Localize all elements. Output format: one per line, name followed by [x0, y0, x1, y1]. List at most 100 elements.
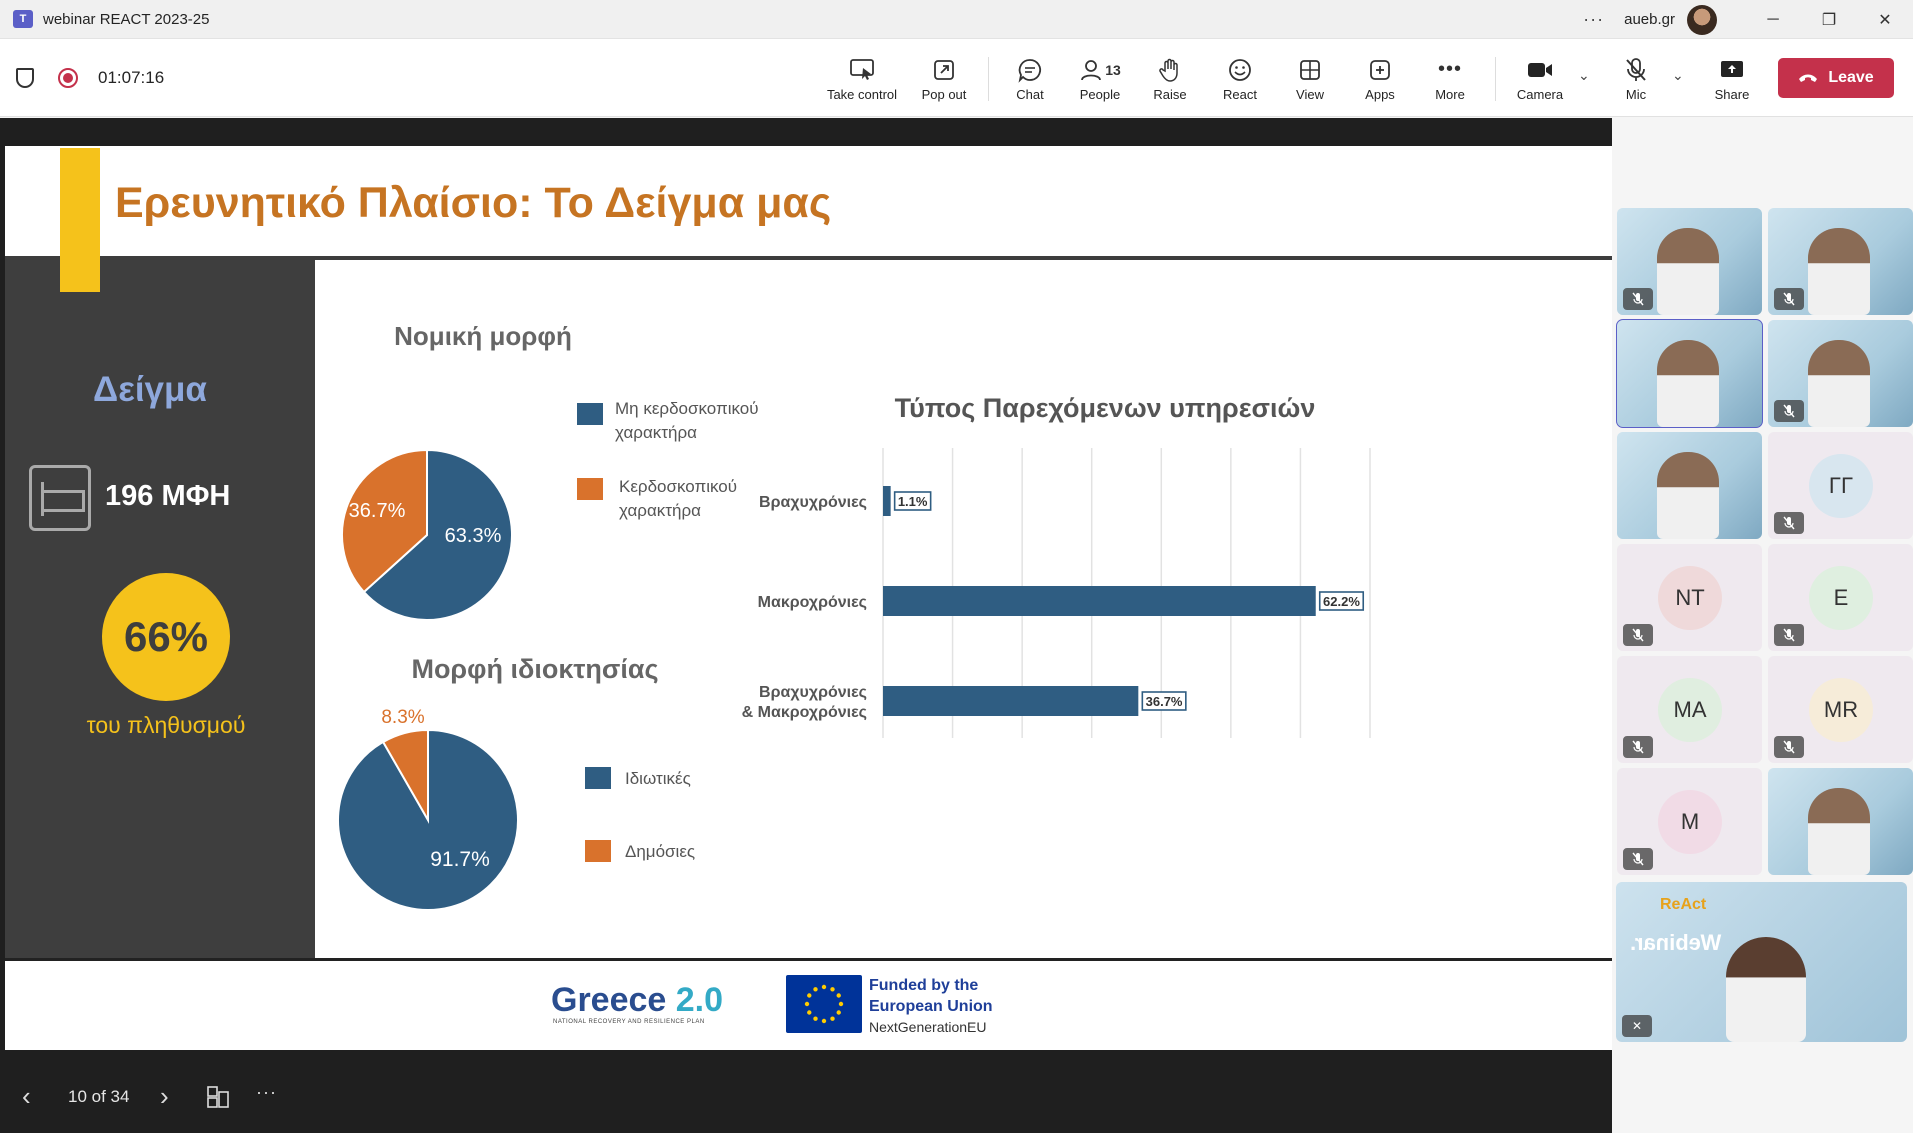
pie1-legend-label-0a: Μη κερδοσκοπικού: [615, 399, 759, 418]
mic-off-icon: [1624, 55, 1648, 85]
share-button[interactable]: Share: [1708, 39, 1756, 117]
pie1-legend-label-1b: χαρακτήρα: [619, 501, 701, 520]
pie1-title: Νομική μορφή: [394, 321, 572, 351]
people-icon: 13: [1079, 55, 1121, 85]
mic-options-chevron-icon[interactable]: ⌄: [1672, 67, 1684, 84]
bar-chart-title: Τύπος Παρεχόμενων υπηρεσιών: [895, 393, 1316, 423]
participant-initials: MR: [1809, 678, 1873, 742]
teams-logo-icon: T: [13, 10, 33, 28]
apps-button[interactable]: Apps: [1358, 39, 1402, 117]
mic-off-icon: [1774, 400, 1804, 422]
slide-footer: Greece 2.0 NATIONAL RECOVERY AND RESILIE…: [5, 958, 1612, 1050]
mic-off-icon: [1623, 624, 1653, 646]
greece-logo-subtitle: NATIONAL RECOVERY AND RESILIENCE PLAN: [553, 1019, 705, 1025]
greece-logo-text: Greece: [551, 981, 676, 1019]
bar-category-label-1: Μακροχρόνιες: [758, 594, 867, 611]
participant-tile[interactable]: [1768, 320, 1913, 427]
bar-value-label-1: 62.2%: [1323, 594, 1360, 609]
greece-2-0-logo: Greece 2.0: [551, 981, 723, 1020]
funded-text: Funded by the European Union: [869, 975, 993, 1017]
user-avatar[interactable]: [1687, 4, 1717, 35]
slide-more-icon[interactable]: ···: [256, 1082, 277, 1103]
eu-star: [836, 1010, 841, 1015]
sample-heading: Δείγμα: [93, 370, 207, 409]
add-app-icon: [1368, 55, 1392, 85]
mic-off-icon: [1774, 736, 1804, 758]
shared-screen-stage: Ερευνητικό Πλαίσιο: Το Δείγμα μας Δείγμα…: [0, 118, 1612, 1133]
bar-chart: 1.1% Βραχυχρόνιες 62.2% Μακροχρόνιες 36.7% Βρ…: [742, 448, 1371, 738]
eu-star: [830, 1016, 835, 1021]
raise-hand-button[interactable]: Raise: [1148, 39, 1192, 117]
participant-tile[interactable]: NT: [1617, 544, 1762, 651]
pie1-legend-label-0b: χαρακτήρα: [615, 423, 697, 442]
pie1-legend-swatch-0: [577, 403, 603, 425]
eu-star: [807, 993, 812, 998]
pie1-slice-label-1: 36.7%: [349, 500, 406, 522]
take-control-button[interactable]: Take control: [822, 39, 902, 117]
participant-initials: M: [1658, 790, 1722, 854]
pie1: 63.3% 36.7%: [341, 448, 513, 621]
bar-category-label-0: Βραχυχρόνιες: [759, 494, 867, 511]
bed-icon: [29, 465, 91, 531]
title-bar: T webinar REACT 2023-25 ··· aueb.gr ─ ❐ …: [0, 0, 1913, 39]
react-button[interactable]: React: [1218, 39, 1262, 117]
minimize-button[interactable]: ─: [1745, 0, 1801, 39]
mic-off-icon: [1623, 288, 1653, 310]
participant-tile[interactable]: [1617, 208, 1762, 315]
meeting-toolbar: 01:07:16 Take control Pop out Chat 13 Pe…: [0, 39, 1913, 117]
eu-star: [807, 1010, 812, 1015]
chat-icon: [1017, 55, 1043, 85]
more-options-icon[interactable]: ···: [1583, 9, 1604, 30]
pop-out-button[interactable]: Pop out: [912, 39, 976, 117]
view-button[interactable]: View: [1288, 39, 1332, 117]
participant-tile[interactable]: ΓΓ: [1768, 432, 1913, 539]
toolbar-separator: [988, 57, 989, 101]
pie2-legend-label-0: Ιδιωτικές: [625, 769, 691, 788]
eu-star: [813, 1016, 818, 1021]
eu-star: [813, 987, 818, 992]
mic-off-icon: [1774, 624, 1804, 646]
participant-tile[interactable]: M: [1617, 768, 1762, 875]
participant-tile[interactable]: E: [1768, 544, 1913, 651]
presenter-video-tile[interactable]: ReAct Webinar. ✕: [1616, 882, 1907, 1042]
eu-star: [804, 1001, 810, 1007]
participant-tile[interactable]: [1768, 768, 1913, 875]
chat-button[interactable]: Chat: [1008, 39, 1052, 117]
participant-figure: [1808, 340, 1870, 427]
mic-off-icon: [1774, 512, 1804, 534]
mic-button[interactable]: Mic: [1612, 39, 1660, 117]
people-button[interactable]: 13 People: [1074, 39, 1126, 117]
slide-grid-icon[interactable]: [206, 1085, 230, 1114]
bar-1: [883, 586, 1316, 616]
more-button[interactable]: ••• More: [1428, 39, 1472, 117]
pop-out-icon: [932, 55, 956, 85]
meeting-timer: 01:07:16: [98, 68, 165, 87]
leave-button[interactable]: Leave: [1778, 58, 1894, 98]
shield-icon[interactable]: [16, 68, 34, 88]
grid-view-icon: [1298, 55, 1322, 85]
teams-window: T webinar REACT 2023-25 ··· aueb.gr ─ ❐ …: [0, 0, 1913, 1133]
participant-tile[interactable]: MA: [1617, 656, 1762, 763]
camera-options-chevron-icon[interactable]: ⌄: [1578, 67, 1590, 84]
org-name[interactable]: aueb.gr: [1624, 11, 1675, 28]
camera-button[interactable]: Camera: [1512, 39, 1568, 117]
pie2-slice-label-1: 8.3%: [381, 707, 424, 728]
restore-button[interactable]: ❐: [1801, 0, 1857, 39]
pie1-legend-label-1a: Κερδοσκοπικού: [619, 477, 737, 496]
next-slide-button[interactable]: ›: [160, 1081, 169, 1112]
participant-tile[interactable]: MR: [1768, 656, 1913, 763]
funded-line1: Funded by the: [869, 977, 979, 994]
eu-star: [830, 987, 835, 992]
participant-figure: [1808, 228, 1870, 315]
eu-star: [821, 984, 827, 990]
prev-slide-button[interactable]: ‹: [22, 1081, 31, 1112]
participant-tile[interactable]: [1617, 432, 1762, 539]
eu-star: [821, 1018, 827, 1024]
presenter-figure: [1726, 937, 1806, 1042]
close-button[interactable]: ✕: [1857, 0, 1913, 39]
participant-tile[interactable]: [1616, 319, 1763, 428]
pie1-slice-label-0: 63.3%: [445, 525, 502, 547]
percent-badge: 66%: [102, 573, 230, 701]
participant-tile[interactable]: [1768, 208, 1913, 315]
bar-category-label-2: Βραχυχρόνιες: [759, 684, 867, 701]
